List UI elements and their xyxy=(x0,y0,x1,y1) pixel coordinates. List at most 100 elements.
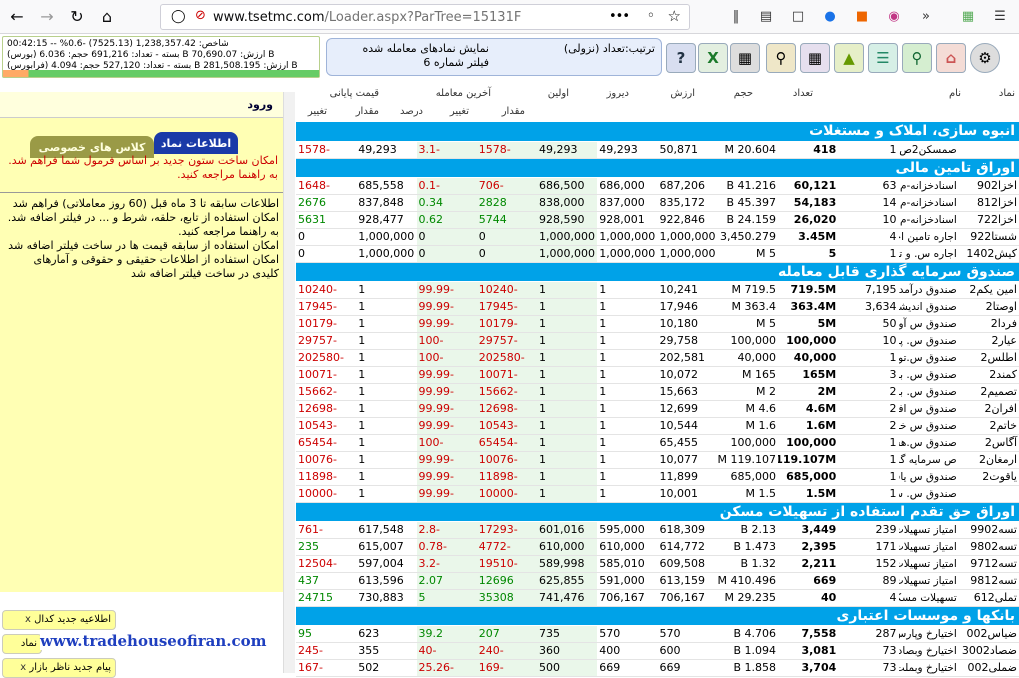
cell-sym[interactable]: تملی612 xyxy=(958,589,1019,607)
table-row[interactable]: تسه9802امتیاز تسهیلات مسکن اردیبهش1712,3… xyxy=(296,538,1019,556)
header-change[interactable]: تغییر xyxy=(450,106,469,117)
library-icon[interactable]: ‖ xyxy=(726,6,746,26)
table-row[interactable]: کمند2صندوق س. با درآمد ثابت کمند3165M165… xyxy=(296,366,1019,384)
pocket-icon[interactable]: ◦ xyxy=(647,8,655,24)
table-row[interactable]: ضملی002اختیارخ وبملت-4000-03/19733,7041.… xyxy=(296,659,1019,677)
sidebar-icon[interactable]: ▤ xyxy=(756,6,776,26)
reload-icon[interactable]: ↻ xyxy=(64,4,90,30)
cell-name[interactable]: صندوق س. با درآمد ثابت تصمیم xyxy=(898,383,959,401)
cell-sym[interactable]: تسه9902 xyxy=(958,521,1019,539)
filter-summary[interactable]: نمایش نمادهای معامله شده فیلتر شماره 6 xyxy=(333,42,489,70)
cell-name[interactable]: اجاره س. و توسعه کیش20820 xyxy=(898,245,959,263)
cell-sym[interactable]: خاتم2 xyxy=(958,417,1019,435)
cell-name[interactable]: صندوق س افرا نماد پایدار-ثابت xyxy=(898,400,959,418)
table-row[interactable]: اطلس2صندوق س.توسعه اندوخته آیند140,00040… xyxy=(296,349,1019,367)
search-icon[interactable]: ⚲ xyxy=(902,43,932,73)
cell-sym[interactable]: افران2 xyxy=(958,400,1019,418)
notice-supervisor[interactable]: پیام جدید ناظر بازار x xyxy=(2,658,116,678)
table-row[interactable]: ضصاد3002اختیارخ وبصادر-2500-03/12733,081… xyxy=(296,642,1019,660)
cell-name[interactable]: امتیاز تسهیلات مسکن اردیبهش xyxy=(898,521,959,539)
cell-name[interactable]: تسهیلات مسکن بانک ملی- xyxy=(898,589,959,607)
table-row[interactable]: تسه9812امتیاز تسهیلات مسکن اسفند98966941… xyxy=(296,572,1019,590)
header-last-trade[interactable]: آخرین معامله xyxy=(436,88,491,99)
cell-name[interactable]: صندوق س یاقوت آگاه-ثابت xyxy=(898,468,959,486)
grid-icon[interactable]: ▦ xyxy=(730,43,760,73)
cell-name[interactable]: صندوق اندیشه ورزان صباتامین xyxy=(898,298,959,316)
cell-sym[interactable]: کیش1402 xyxy=(958,245,1019,263)
cell-name[interactable]: ص سرمایه گذاری ارمغان ایرانیا xyxy=(898,451,959,469)
table-row[interactable]: افران2صندوق س افرا نماد پایدار-ثابت24.6M… xyxy=(296,400,1019,418)
cell-name[interactable]: امتیاز تسهیلات مسکن اردیبهش xyxy=(898,538,959,556)
screenshot-icon[interactable]: □ xyxy=(788,6,808,26)
home-icon[interactable]: ⌂ xyxy=(94,4,120,30)
table-row[interactable]: عیار2صندوق س. پشتوانه طلای مفید10100,000… xyxy=(296,332,1019,350)
cell-sym[interactable]: کمند2 xyxy=(958,366,1019,384)
cell-name[interactable]: اسنادخزانه-م2بودجه99-11019 xyxy=(898,177,959,195)
cell-name[interactable]: اسنادخزانه-م12بودجه98-1111 xyxy=(898,194,959,212)
cell-name[interactable]: صندوق س. با درآمد ثابت کمند xyxy=(898,366,959,384)
cell-name[interactable]: امتیاز تسهیلات مسکن اسفند9 xyxy=(898,555,959,573)
cell-name[interactable]: اختیارخ وپارس-3000-02/02/29 xyxy=(898,625,959,643)
cell-name[interactable]: صندوق س.توسعه اندوخته آیند xyxy=(898,349,959,367)
table-row[interactable]: کیش1402اجاره س. و توسعه کیش20820155 M1,0… xyxy=(296,245,1019,263)
menu-icon[interactable]: ☰ xyxy=(990,6,1010,26)
table-row[interactable]: خاتم2صندوق س خاتم ایساتیس پویا-21.6M1.6 … xyxy=(296,417,1019,435)
close-icon[interactable]: x xyxy=(20,662,26,673)
cell-name[interactable]: صندوق س.هستی بخش آگاه- xyxy=(898,434,959,452)
bookmark-star-icon[interactable]: ☆ xyxy=(668,7,681,25)
gear-icon[interactable]: ⚙ xyxy=(970,43,1000,73)
cell-name[interactable]: صمسکن2ص دین مسکن جنوب-ماهانه16 xyxy=(898,141,959,159)
close-icon[interactable]: x xyxy=(25,614,31,625)
header-change2[interactable]: تغییر xyxy=(308,106,327,117)
cell-name[interactable]: صندوق درآمد ثابت امین یکم فر xyxy=(898,281,959,299)
table-row[interactable]: تصمیم2صندوق س. با درآمد ثابت تصمیم22M2 M… xyxy=(296,383,1019,401)
notice-symbol[interactable]: نماد xyxy=(2,634,42,654)
cell-sym[interactable]: شستا922 xyxy=(958,228,1019,246)
table-row[interactable]: اوصتا2صندوق اندیشه ورزان صباتامین3,63436… xyxy=(296,298,1019,316)
table-row[interactable]: تملی612تسهیلات مسکن بانک ملی-44029.235 M… xyxy=(296,589,1019,607)
cell-sym[interactable]: ارمغان2 xyxy=(958,451,1019,469)
cell-sym[interactable] xyxy=(958,141,1019,159)
header-percent[interactable]: درصد xyxy=(400,106,423,117)
help-icon[interactable]: ? xyxy=(666,43,696,73)
table-row[interactable]: تسه9902امتیاز تسهیلات مسکن اردیبهش2393,4… xyxy=(296,521,1019,539)
header-symbol[interactable]: نماد xyxy=(999,88,1015,99)
back-icon[interactable]: ← xyxy=(4,4,30,30)
list-icon[interactable]: ☰ xyxy=(868,43,898,73)
table-row[interactable]: آگاس2صندوق س.هستی بخش آگاه-1100,000100,0… xyxy=(296,434,1019,452)
table-row[interactable]: تسه9712امتیاز تسهیلات مسکن اسفند91522,21… xyxy=(296,555,1019,573)
cell-name[interactable]: صندوق س آوای فردای زاگرس- xyxy=(898,315,959,333)
header-qty[interactable]: مقدار xyxy=(502,106,525,117)
table-row[interactable]: صمسکن2ص دین مسکن جنوب-ماهانه16141820.604… xyxy=(296,141,1019,159)
filter-panel[interactable]: ترتیب:تعداد (نزولی) نمایش نمادهای معامله… xyxy=(326,38,662,76)
extension-icon[interactable]: ■ xyxy=(852,6,872,26)
cell-sym[interactable]: آگاس2 xyxy=(958,434,1019,452)
forward-icon[interactable]: → xyxy=(34,4,60,30)
cell-name[interactable]: اختیارخ وبملت-4000-03/19 xyxy=(898,659,959,677)
cell-sym[interactable]: تصمیم2 xyxy=(958,383,1019,401)
login-link[interactable]: ورود xyxy=(0,92,283,118)
cell-sym[interactable]: تسه9812 xyxy=(958,572,1019,590)
table-row[interactable]: فردا2صندوق س آوای فردای زاگرس-505M5 M10,… xyxy=(296,315,1019,333)
extensions-puzzle-icon[interactable]: ▦ xyxy=(958,6,978,26)
tab-symbol-info[interactable]: اطلاعات نماد xyxy=(154,132,238,154)
insecure-lock-icon[interactable]: ⊘ xyxy=(195,8,206,23)
notice-codal[interactable]: اطلاعیه جدید کدال x xyxy=(2,610,116,630)
overflow-icon[interactable]: » xyxy=(916,6,936,26)
cell-name[interactable]: اجاره تامین اجتماعی-سپهر226 xyxy=(898,228,959,246)
page-actions-icon[interactable]: ••• xyxy=(609,9,630,24)
translate-icon[interactable]: ● xyxy=(820,6,840,26)
cell-sym[interactable]: یاقوت2 xyxy=(958,468,1019,486)
cell-sym[interactable]: ضملی002 xyxy=(958,659,1019,677)
sort-label[interactable]: ترتیب:تعداد (نزولی) xyxy=(495,42,655,55)
table-row[interactable]: یاقوت2صندوق س یاقوت آگاه-ثابت1685,000685… xyxy=(296,468,1019,486)
table-row[interactable]: اخزا812اسنادخزانه-م12بودجه98-11111454,18… xyxy=(296,194,1019,212)
header-name[interactable]: نام xyxy=(949,88,961,99)
table-row[interactable]: شستا922اجاره تامین اجتماعی-سپهر22643.45M… xyxy=(296,228,1019,246)
cell-sym[interactable]: اطلس2 xyxy=(958,349,1019,367)
cell-sym[interactable]: ضیاس002 xyxy=(958,625,1019,643)
cell-sym[interactable]: تسه9712 xyxy=(958,555,1019,573)
excel-icon[interactable]: X xyxy=(698,43,728,73)
left-scrollbar[interactable] xyxy=(283,92,295,673)
table-row[interactable]: ارمغان2ص سرمایه گذاری ارمغان ایرانیا1119… xyxy=(296,451,1019,469)
